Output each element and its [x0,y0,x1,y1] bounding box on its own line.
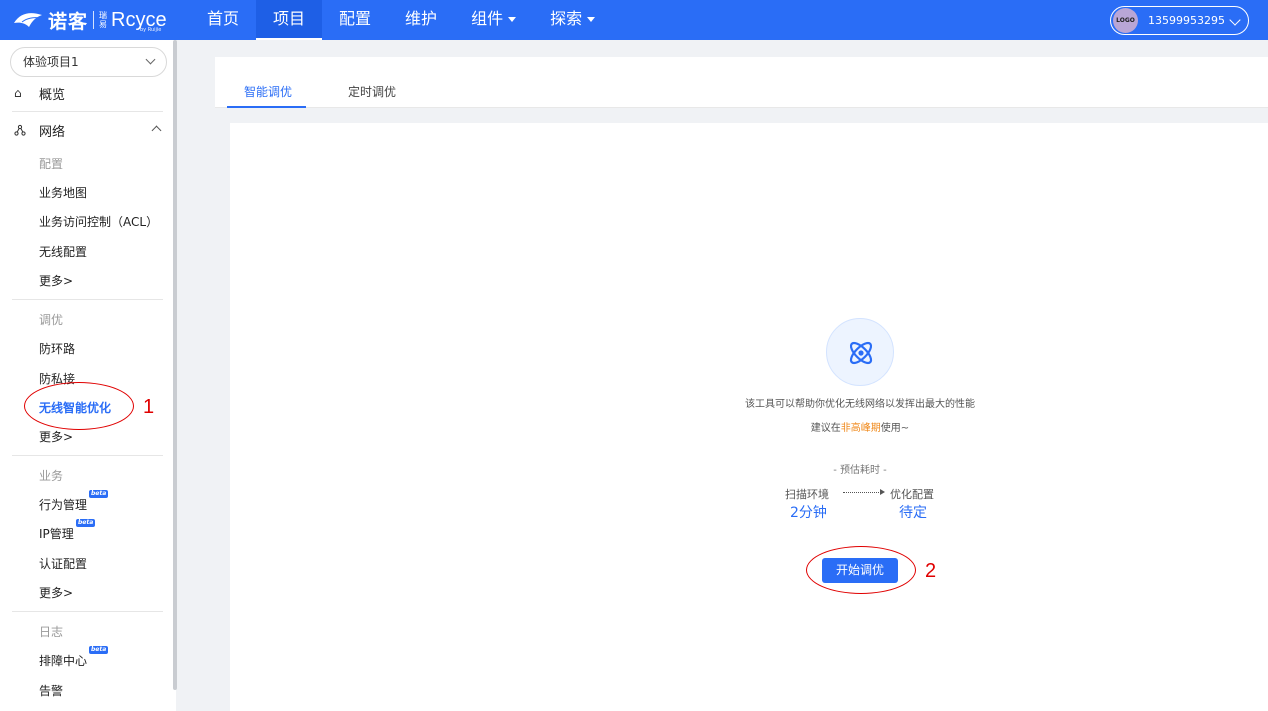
sidebar-item-overview[interactable]: ⌂ 概览 [14,83,65,103]
brand-name: 诺客 [48,10,89,33]
sidebar-item-acl[interactable]: 业务访问控制（ACL） [39,213,158,230]
sidebar-item-ip-mgmt[interactable]: IP管理 beta [39,519,96,542]
brand-logo[interactable]: 诺客 瑞易 Rcyce by Ruijie [12,6,167,34]
step-optimize-value: 待定 [899,505,927,521]
annotation-number-1: 1 [143,396,155,418]
tab-active-indicator [227,106,306,108]
nav-components[interactable]: 组件 [454,0,533,40]
sidebar-item-more-tuning[interactable]: 更多> [39,428,73,445]
tool-suggestion: 建议在非高峰期使用~ [810,423,910,434]
sidebar-item-network[interactable]: 网络 [14,120,65,140]
step-scan-value: 2分钟 [790,505,827,521]
chevron-down-icon [145,54,156,65]
avatar: LOGO [1113,8,1138,33]
sidebar-item-more-business[interactable]: 更多> [39,584,73,601]
caret-down-icon [587,17,596,22]
sidebar-item-wireless-config[interactable]: 无线配置 [39,243,87,260]
estimate-title: - 预估耗时 - [833,465,887,476]
annotation-number-2: 2 [925,560,937,582]
sidebar-item-troubleshoot[interactable]: 排障中心 beta [39,646,109,669]
arrow-right-icon [843,488,885,495]
group-title-business: 业务 [39,469,64,483]
sidebar-scrollbar[interactable] [173,40,177,690]
tab-bar: 智能调优 定时调优 [215,57,1268,108]
brand-tagline: by Ruijie [140,27,162,33]
home-icon: ⌂ [14,86,22,100]
step-scan-label: 扫描环境 [785,488,829,501]
tab-scheduled-tuning[interactable]: 定时调优 [348,83,396,100]
nav-explore[interactable]: 探索 [533,0,612,40]
main-panel [230,123,1268,711]
nav-config[interactable]: 配置 [322,0,388,40]
sidebar-item-label: 排障中心 [39,654,88,668]
tab-smart-tuning[interactable]: 智能调优 [244,83,292,100]
beta-badge: beta [89,490,109,498]
nav-home[interactable]: 首页 [190,0,256,40]
main-nav: 首页 项目 配置 维护 组件 探索 [190,0,612,40]
group-title-config: 配置 [39,157,64,171]
annotation-ellipse-2 [806,546,916,594]
user-phone: 13599953295 [1148,14,1225,27]
chevron-down-icon [1229,14,1241,26]
divider [12,111,163,112]
brand-sub: 瑞易 [99,11,108,29]
sidebar-item-behavior-mgmt[interactable]: 行为管理 beta [39,490,109,513]
divider [12,299,163,300]
sidebar-item-label: 行为管理 [39,498,88,512]
brand-separator [93,11,95,29]
sidebar-item-label: IP管理 [39,527,74,541]
network-icon [14,124,26,136]
project-select-value: 体验项目1 [23,55,79,69]
group-title-tuning: 调优 [39,313,64,327]
sidebar-item-more-config[interactable]: 更多> [39,272,73,289]
caret-down-icon [508,17,517,22]
atom-icon [826,318,894,386]
annotation-ellipse-1 [24,382,134,430]
sidebar-item-label: 概览 [39,87,66,103]
user-menu[interactable]: LOGO 13599953295 [1110,6,1249,35]
beta-badge: beta [76,519,96,527]
project-select[interactable]: 体验项目1 [10,47,167,77]
tool-description: 该工具可以帮助你优化无线网络以发挥出最大的性能 [745,399,975,410]
sidebar-item-loop-prevention[interactable]: 防环路 [39,340,75,357]
top-navbar: 诺客 瑞易 Rcyce by Ruijie 首页 项目 配置 维护 组件 探索 … [0,0,1268,40]
sidebar-item-auth-config[interactable]: 认证配置 [39,555,87,572]
divider [12,611,163,612]
beta-badge: beta [89,646,109,654]
bird-logo-icon [14,13,42,27]
group-title-log: 日志 [39,625,64,639]
step-optimize-label: 优化配置 [890,488,934,501]
sidebar-item-business-map[interactable]: 业务地图 [39,184,87,201]
divider [12,455,163,456]
sidebar-item-alarm[interactable]: 告警 [39,682,63,699]
sidebar-item-label: 网络 [39,124,66,140]
off-peak-highlight: 非高峰期 [840,423,881,434]
nav-maintenance[interactable]: 维护 [388,0,454,40]
nav-project[interactable]: 项目 [256,0,323,40]
